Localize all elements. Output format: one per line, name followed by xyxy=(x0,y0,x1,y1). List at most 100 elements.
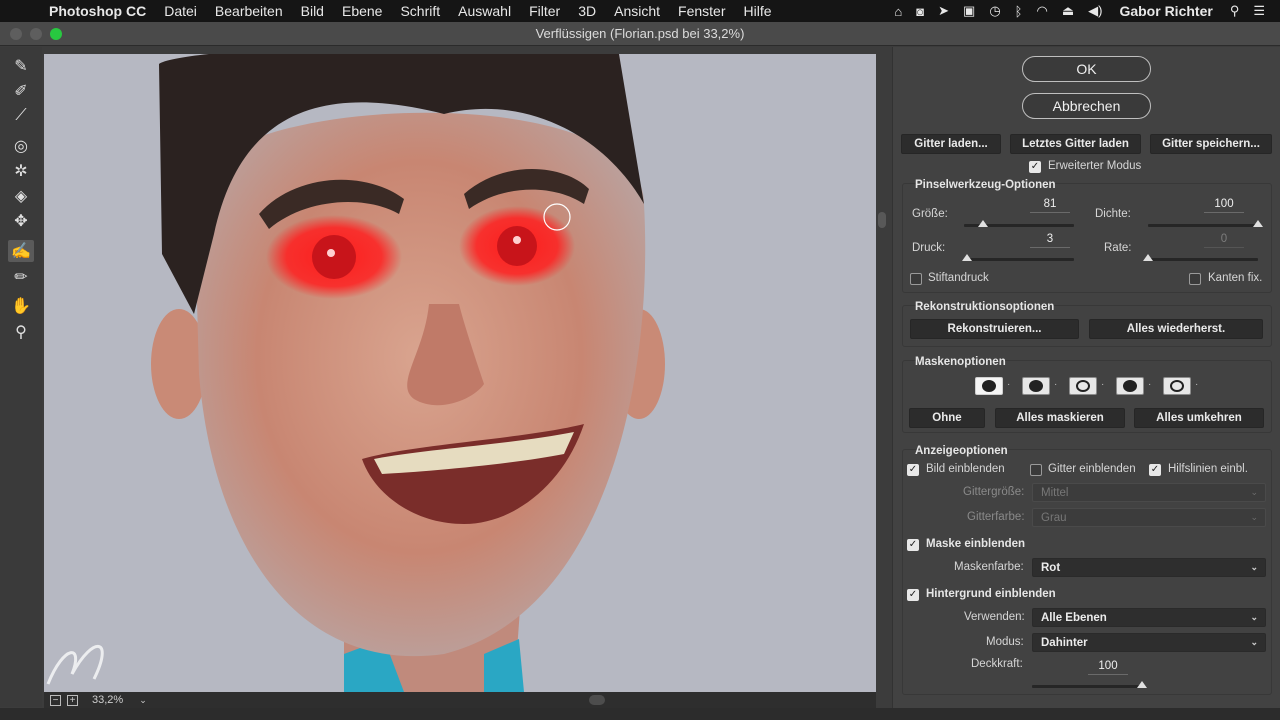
volume-icon[interactable]: ◀) xyxy=(1081,3,1109,19)
mesh-size-select[interactable]: Mittel ⌄ xyxy=(1032,483,1266,502)
image-canvas[interactable] xyxy=(44,54,876,692)
chevron-down-icon[interactable]: ⌄ xyxy=(139,695,147,706)
mesh-color-label: Gitterfarbe: xyxy=(967,511,1025,523)
pucker-tool-icon[interactable]: ✲ xyxy=(8,160,34,182)
opacity-slider-handle[interactable] xyxy=(1137,681,1147,688)
window-title: Verflüssigen (Florian.psd bei 33,2%) xyxy=(535,26,745,41)
show-mask-checkbox[interactable]: ✓ xyxy=(907,539,919,551)
rate-slider-handle[interactable] xyxy=(1143,254,1153,261)
zoom-level[interactable]: 33,2% xyxy=(92,694,123,706)
density-value[interactable]: 100 xyxy=(1204,198,1244,213)
rate-slider[interactable] xyxy=(1148,258,1258,261)
eject-icon[interactable]: ⏏ xyxy=(1055,3,1081,19)
freeze-mask-tool-icon[interactable]: ✍ xyxy=(8,240,34,262)
pressure-slider-handle[interactable] xyxy=(962,254,973,261)
stylus-pressure-checkbox[interactable] xyxy=(910,273,922,285)
use-select[interactable]: Alle Ebenen ⌄ xyxy=(1032,608,1266,627)
density-slider-handle[interactable] xyxy=(1253,220,1263,227)
ok-button[interactable]: OK xyxy=(1022,56,1151,82)
mode-label: Modus: xyxy=(986,636,1024,648)
camera-icon[interactable]: ◙ xyxy=(909,4,931,19)
portrait-image xyxy=(44,54,876,692)
smooth-tool-icon[interactable]: ⟋ xyxy=(8,105,34,127)
mask-all-button[interactable]: Alles maskieren xyxy=(995,408,1125,428)
chevron-down-icon: ⌄ xyxy=(1250,562,1258,572)
zoom-tool-icon[interactable]: ⚲ xyxy=(8,321,34,343)
advanced-mode-checkbox[interactable]: ✓ xyxy=(1029,161,1041,173)
rate-value[interactable]: 0 xyxy=(1204,233,1244,248)
menu-bearbeiten[interactable]: Bearbeiten xyxy=(206,3,292,19)
menu-auswahl[interactable]: Auswahl xyxy=(449,3,520,19)
menu-filter[interactable]: Filter xyxy=(520,3,569,19)
thaw-mask-tool-icon[interactable]: ✏ xyxy=(8,266,34,288)
mask-invert-icon[interactable] xyxy=(1163,377,1191,395)
menu-3d[interactable]: 3D xyxy=(569,3,605,19)
invert-all-button[interactable]: Alles umkehren xyxy=(1134,408,1264,428)
opacity-value[interactable]: 100 xyxy=(1088,660,1128,675)
push-left-tool-icon[interactable]: ✥ xyxy=(8,210,34,232)
vertical-scrollbar[interactable] xyxy=(878,212,886,228)
menu-bild[interactable]: Bild xyxy=(292,3,333,19)
display-icon[interactable]: ▣ xyxy=(956,3,982,19)
twirl-tool-icon[interactable]: ◎ xyxy=(8,135,34,157)
hand-tool-icon[interactable]: ✋ xyxy=(8,295,34,317)
menu-ansicht[interactable]: Ansicht xyxy=(605,3,669,19)
zoom-out-button[interactable]: − xyxy=(50,694,61,706)
close-window-button[interactable] xyxy=(10,28,22,40)
user-name[interactable]: Gabor Richter xyxy=(1109,3,1222,19)
opacity-slider[interactable] xyxy=(1032,685,1142,688)
mask-add-icon[interactable] xyxy=(1022,377,1050,395)
size-value[interactable]: 81 xyxy=(1030,198,1070,213)
show-guides-checkbox[interactable]: ✓ xyxy=(1149,464,1161,476)
forward-warp-tool-icon[interactable]: ✎ xyxy=(8,55,34,77)
wifi-icon[interactable]: ◠ xyxy=(1029,3,1054,19)
maximize-window-button[interactable] xyxy=(50,28,62,40)
mask-color-select[interactable]: Rot ⌄ xyxy=(1032,558,1266,577)
search-icon[interactable]: ⚲ xyxy=(1223,3,1247,19)
menu-datei[interactable]: Datei xyxy=(155,3,206,19)
load-last-mesh-button[interactable]: Letztes Gitter laden xyxy=(1010,134,1141,154)
mask-intersect-icon[interactable] xyxy=(1116,377,1144,395)
zoom-in-button[interactable]: + xyxy=(67,694,78,706)
mesh-size-label: Gittergröße: xyxy=(963,486,1025,498)
show-backdrop-checkbox[interactable]: ✓ xyxy=(907,589,919,601)
bluetooth-icon[interactable]: ᛒ xyxy=(1008,4,1030,19)
bloat-tool-icon[interactable]: ◈ xyxy=(8,185,34,207)
list-icon[interactable]: ☰ xyxy=(1246,3,1272,19)
menu-hilfe[interactable]: Hilfe xyxy=(735,3,781,19)
time-machine-icon[interactable]: ◷ xyxy=(982,3,1007,19)
mode-select[interactable]: Dahinter ⌄ xyxy=(1032,633,1266,652)
mode-value: Dahinter xyxy=(1041,636,1088,649)
pressure-value[interactable]: 3 xyxy=(1030,233,1070,248)
mask-none-button[interactable]: Ohne xyxy=(909,408,985,428)
horizontal-scrollbar[interactable] xyxy=(589,695,605,705)
show-mesh-checkbox[interactable] xyxy=(1030,464,1042,476)
menu-bar: Photoshop CC Datei Bearbeiten Bild Ebene… xyxy=(0,0,1280,22)
pressure-slider[interactable] xyxy=(964,258,1074,261)
menu-schrift[interactable]: Schrift xyxy=(391,3,449,19)
mask-subtract-icon[interactable] xyxy=(1069,377,1097,395)
menu-app-name[interactable]: Photoshop CC xyxy=(40,3,155,19)
save-mesh-button[interactable]: Gitter speichern... xyxy=(1150,134,1272,154)
menu-ebene[interactable]: Ebene xyxy=(333,3,391,19)
pin-edges-checkbox[interactable] xyxy=(1189,273,1201,285)
paper-plane-icon[interactable]: ➤ xyxy=(931,3,956,19)
load-mesh-button[interactable]: Gitter laden... xyxy=(901,134,1001,154)
show-image-checkbox[interactable]: ✓ xyxy=(907,464,919,476)
use-value: Alle Ebenen xyxy=(1041,611,1107,624)
minimize-window-button[interactable] xyxy=(30,28,42,40)
size-slider-handle[interactable] xyxy=(977,220,988,227)
density-label: Dichte: xyxy=(1095,208,1131,220)
mask-replace-icon[interactable] xyxy=(975,377,1003,395)
mesh-color-select[interactable]: Grau ⌄ xyxy=(1032,508,1266,527)
cancel-button[interactable]: Abbrechen xyxy=(1022,93,1151,119)
reconstruct-tool-icon[interactable]: ✐ xyxy=(8,80,34,102)
density-slider[interactable] xyxy=(1148,224,1258,227)
window-title-bar: Verflüssigen (Florian.psd bei 33,2%) xyxy=(0,22,1280,46)
mask-options-title: Maskenoptionen xyxy=(915,356,1006,368)
reconstruct-button[interactable]: Rekonstruieren... xyxy=(910,319,1079,339)
liquify-options-panel: OK Abbrechen Gitter laden... Letztes Git… xyxy=(892,47,1280,708)
menu-fenster[interactable]: Fenster xyxy=(669,3,734,19)
restore-all-button[interactable]: Alles wiederherst. xyxy=(1089,319,1263,339)
home-icon[interactable]: ⌂ xyxy=(887,4,909,19)
